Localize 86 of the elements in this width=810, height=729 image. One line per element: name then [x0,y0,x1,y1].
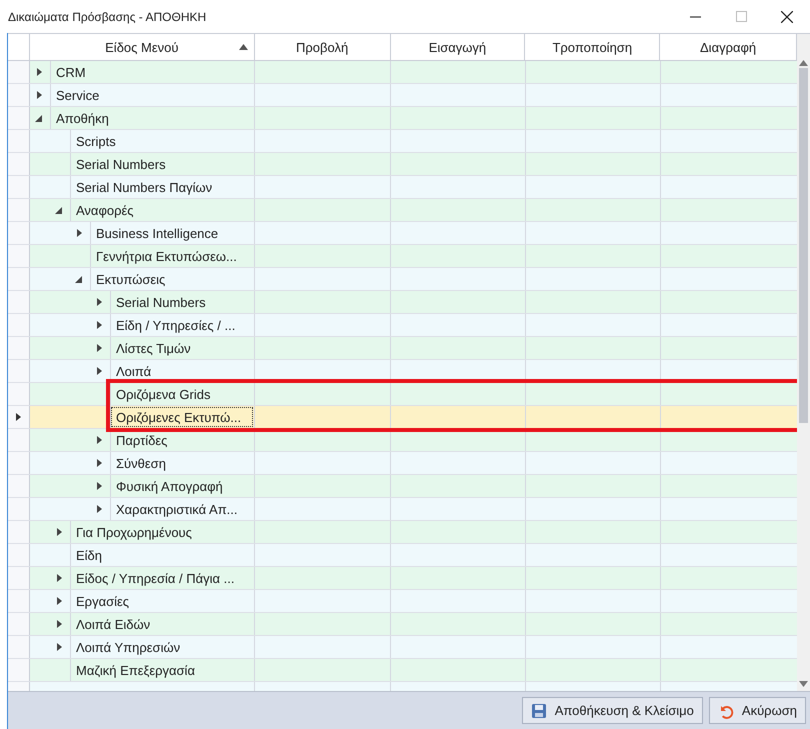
table-row[interactable]: CRM [8,61,797,84]
scroll-up-icon[interactable] [799,60,808,66]
table-row[interactable]: Σύνθεση [8,452,797,475]
table-row[interactable]: Είδη [8,544,797,567]
menu-item-cell[interactable]: Φυσική Απογραφή [110,475,254,497]
menu-item-cell[interactable]: Business Intelligence [90,222,254,244]
table-row[interactable]: Αποθήκη [8,107,797,130]
window-title: Δικαιώματα Πρόσβασης - ΑΠΟΘΗΚΗ [8,10,208,24]
menu-item-cell[interactable]: Service [50,84,254,106]
table-row[interactable]: Λοιπά Υπηρεσιών [8,636,797,659]
column-header[interactable]: Εισαγωγή [390,34,526,60]
table-row[interactable]: Serial Numbers [8,291,797,314]
column-header[interactable]: Είδος Μενού [30,34,255,60]
expand-arrow-icon[interactable] [37,91,42,99]
table-row[interactable]: Service [8,84,797,107]
maximize-icon [736,11,746,22]
menu-item-cell[interactable]: Εργασίες [70,590,254,612]
menu-item-cell[interactable]: Είδος / Υπηρεσία / Πάγια ... [70,567,254,589]
menu-item-cell[interactable]: Λίστες Τιμών [110,337,254,359]
table-row[interactable]: Business Intelligence [8,222,797,245]
expand-arrow-icon[interactable] [77,229,82,237]
expand-arrow-icon[interactable] [57,597,62,605]
table-row[interactable]: Αναφορές [8,199,797,222]
menu-item-cell[interactable]: Είδη [70,544,254,566]
menu-item-cell[interactable]: Οριζόμενα Grids [110,383,254,405]
menu-item-cell[interactable]: Serial Numbers [110,291,254,313]
close-icon [781,10,793,22]
collapse-arrow-icon[interactable] [55,206,62,214]
scroll-down-icon[interactable] [799,681,808,687]
expand-arrow-icon[interactable] [57,574,62,582]
table-row[interactable]: Είδος / Υπηρεσία / Πάγια ... [8,567,797,590]
menu-item-cell[interactable]: Μαζική Επεξεργασία [70,659,254,681]
scroll-thumb[interactable] [799,68,808,423]
expand-arrow-icon[interactable] [57,643,62,651]
row-indicator-icon [16,413,21,421]
menu-item-cell[interactable]: Αποθήκη [50,107,254,129]
table-row[interactable]: Οριζόμενες Εκτυπώ... [8,406,797,429]
expand-arrow-icon[interactable] [97,459,102,467]
expand-arrow-icon[interactable] [97,321,102,329]
row-selector[interactable] [8,406,30,428]
menu-item-cell[interactable]: Scripts [70,130,254,152]
menu-item-cell[interactable]: Λοιπά Ειδών [70,613,254,635]
table-row[interactable]: Είδη / Υπηρεσίες / ... [8,314,797,337]
expand-arrow-icon[interactable] [57,528,62,536]
expand-arrow-icon[interactable] [97,482,102,490]
cancel-button[interactable]: Ακύρωση [708,697,806,724]
menu-item-cell[interactable]: Για Προχωρημένους [70,521,254,543]
expand-arrow-icon[interactable] [97,367,102,375]
expand-arrow-icon[interactable] [57,620,62,628]
menu-item-cell[interactable]: Οριζόμενες Εκτυπώ... [110,406,254,428]
collapse-arrow-icon[interactable] [35,114,42,122]
save-close-button[interactable]: Αποθήκευση & Κλείσιμο [522,697,703,724]
table-row[interactable]: Εκτυπώσεις [8,268,797,291]
menu-item-cell[interactable]: CRM [50,61,254,83]
menu-item-cell[interactable]: Λοιπά Υπηρεσιών [70,636,254,658]
table-row[interactable]: Λίστες Τιμών [8,337,797,360]
menu-item-cell[interactable]: Αναφορές [70,199,254,221]
table-row[interactable]: Εργασίες [8,590,797,613]
expand-arrow-icon[interactable] [97,344,102,352]
menu-item-cell[interactable]: Παρτίδες [110,429,254,451]
column-header[interactable]: Προβολή [254,34,391,60]
menu-item-cell[interactable]: Είδη / Υπηρεσίες / ... [110,314,254,336]
save-icon [530,702,547,718]
collapse-arrow-icon[interactable] [75,276,82,282]
table-row[interactable]: Λοιπά Ειδών [8,613,797,636]
menu-item-cell[interactable]: Serial Numbers [70,153,254,175]
table-row[interactable]: Serial Numbers [8,153,797,176]
menu-item-cell[interactable]: Λοιπά [110,360,254,382]
scrollbar[interactable] [797,34,810,691]
table-row[interactable]: Scripts [8,130,797,153]
table-row[interactable]: Μαζική Επεξεργασία [8,659,797,682]
expand-arrow-icon[interactable] [97,505,102,513]
table-row[interactable]: Φυσική Απογραφή [8,475,797,498]
menu-item-cell[interactable]: Serial Numbers Παγίων [70,176,254,198]
table-row[interactable]: Serial Numbers Παγίων [8,176,797,199]
menu-item-cell[interactable]: Χαρακτηριστικά Απ... [110,498,254,520]
menu-item-cell[interactable]: Σύνθεση [110,452,254,474]
table-row[interactable]: Χαρακτηριστικά Απ... [8,498,797,521]
expand-arrow-icon[interactable] [97,298,102,306]
expand-arrow-icon[interactable] [37,68,42,76]
menu-item-cell[interactable]: Γεννήτρια Εκτυπώσεω... [90,245,254,267]
expand-arrow-icon[interactable] [97,436,102,444]
table-row[interactable]: Για Προχωρημένους [8,521,797,544]
table-row[interactable]: Γεννήτρια Εκτυπώσεω... [8,245,797,268]
menu-item-cell[interactable]: Εκτυπώσεις [90,268,254,290]
column-header[interactable]: Τροποποίηση [525,34,660,60]
